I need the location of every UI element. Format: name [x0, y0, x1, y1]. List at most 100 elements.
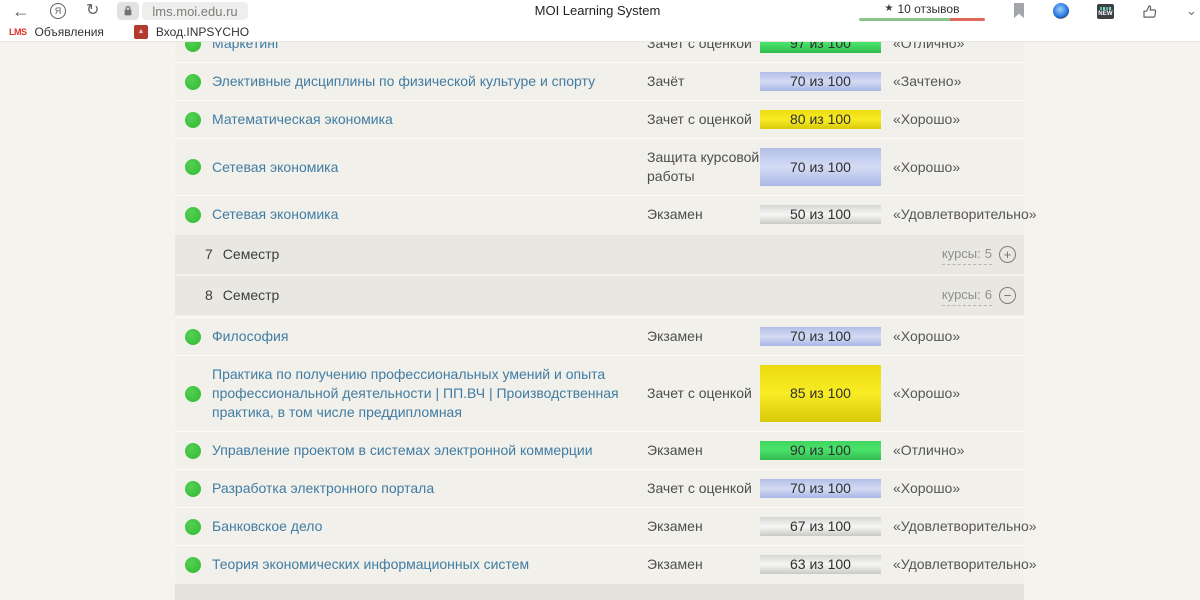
- reviews-rating[interactable]: ★ 10 отзывов: [859, 2, 985, 21]
- status-dot-icon: [185, 112, 201, 128]
- score-cell: 80 из 100: [760, 110, 881, 129]
- status-dot-icon: [185, 74, 201, 90]
- browser-logo-icon[interactable]: [1053, 3, 1069, 19]
- bookmark-label: Вход.INPSYCHO: [156, 25, 249, 39]
- chevron-down-icon[interactable]: ⌄: [1186, 3, 1194, 19]
- grade-label: «Хорошо»: [881, 479, 1024, 498]
- status-dot-icon: [185, 207, 201, 223]
- minus-circle-icon[interactable]: −: [999, 287, 1016, 304]
- course-status: [175, 443, 212, 459]
- new-extension-icon[interactable]: NEW: [1097, 4, 1114, 19]
- grade-label: «Хорошо»: [881, 158, 1024, 177]
- course-link[interactable]: Элективные дисциплины по физической куль…: [212, 73, 595, 89]
- course-link[interactable]: Теория экономических информационных сист…: [212, 556, 529, 572]
- bookmark-item-announcements[interactable]: LMS Объявления: [9, 25, 104, 39]
- score-cell: 70 из 100: [760, 327, 881, 346]
- score-cell: 63 из 100: [760, 555, 881, 574]
- course-link[interactable]: Сетевая экономика: [212, 206, 338, 222]
- lock-icon[interactable]: [117, 2, 139, 20]
- table-row: Математическая экономика Зачет с оценкой…: [175, 100, 1024, 138]
- semester-label: Семестр: [223, 245, 280, 264]
- star-icon: ★: [885, 3, 894, 14]
- score-cell: 70 из 100: [760, 148, 881, 186]
- course-status: [175, 74, 212, 90]
- course-status: [175, 557, 212, 573]
- exam-type-label: Экзамен: [647, 327, 760, 346]
- grade-label: «Хорошо»: [881, 327, 1024, 346]
- course-link[interactable]: Сетевая экономика: [212, 159, 338, 175]
- back-icon[interactable]: ←: [12, 2, 30, 20]
- status-dot-icon: [185, 329, 201, 345]
- rating-bar: [859, 18, 985, 21]
- course-status: [175, 519, 212, 535]
- courses-count: 6: [985, 285, 992, 304]
- course-link[interactable]: Банковское дело: [212, 518, 322, 534]
- course-status: [175, 481, 212, 497]
- score-value: 90 из 100: [790, 441, 851, 460]
- table-row: Разработка электронного портала Зачет с …: [175, 469, 1024, 507]
- thumbs-feedback-icon[interactable]: [1142, 4, 1158, 19]
- grade-label: «Удовлетворительно»: [881, 517, 1037, 536]
- grade-label: «Хорошо»: [881, 110, 1024, 129]
- bookmark-flag-icon[interactable]: [1013, 3, 1025, 19]
- refresh-icon[interactable]: ↻: [86, 3, 99, 19]
- address-bar: ← Я ↻ lms.moi.edu.ru MOI Learning System…: [0, 0, 1200, 22]
- score-cell: 67 из 100: [760, 517, 881, 536]
- plus-circle-icon[interactable]: +: [999, 246, 1016, 263]
- status-dot-icon: [185, 557, 201, 573]
- status-dot-icon: [185, 386, 201, 402]
- score-value: 50 из 100: [790, 205, 851, 224]
- course-link[interactable]: Разработка электронного портала: [212, 480, 434, 496]
- semester-number: 8: [205, 286, 213, 305]
- course-status: [175, 159, 212, 175]
- course-link[interactable]: Управление проектом в системах электронн…: [212, 442, 593, 458]
- address-bar-right-cluster: ★ 10 отзывов NEW: [859, 0, 1194, 22]
- courses-count-link[interactable]: курсы: 5: [942, 244, 992, 265]
- grade-label: «Отлично»: [881, 441, 1024, 460]
- status-dot-icon: [185, 159, 201, 175]
- status-dot-icon: [185, 519, 201, 535]
- score-value: 70 из 100: [790, 479, 851, 498]
- semester-number: 7: [205, 245, 213, 264]
- courses-count-link[interactable]: курсы: 6: [942, 285, 992, 306]
- url-field[interactable]: lms.moi.edu.ru: [117, 2, 247, 20]
- url-text[interactable]: lms.moi.edu.ru: [142, 2, 247, 20]
- exam-type-label: Зачет с оценкой: [647, 479, 760, 498]
- bookmark-item-inpsycho[interactable]: ▲ Вход.INPSYCHO: [134, 25, 249, 39]
- semester-label: Семестр: [223, 286, 280, 305]
- grade-label: «Удовлетворительно»: [881, 555, 1037, 574]
- score-cell: 90 из 100: [760, 441, 881, 460]
- status-dot-icon: [185, 481, 201, 497]
- grade-label: «Удовлетворительно»: [881, 205, 1037, 224]
- exam-type-label: Зачёт: [647, 72, 760, 91]
- course-status: [175, 386, 212, 402]
- courses-label: курсы:: [942, 285, 981, 304]
- page-title: MOI Learning System: [535, 3, 661, 18]
- rating-bar-negative: [950, 18, 985, 21]
- table-row: Философия Экзамен 70 из 100 «Хорошо»: [175, 317, 1024, 355]
- semester-header-row: 7 Семестр курсы: 5 +: [175, 235, 1024, 274]
- course-link[interactable]: Философия: [212, 328, 288, 344]
- exam-type-label: Защита курсовой работы: [647, 148, 760, 186]
- score-cell: 70 из 100: [760, 72, 881, 91]
- score-value: 70 из 100: [790, 327, 851, 346]
- exam-type-label: Экзамен: [647, 555, 760, 574]
- exam-type-label: Экзамен: [647, 517, 760, 536]
- exam-type-label: Экзамен: [647, 205, 760, 224]
- inpsycho-icon: ▲: [134, 25, 148, 39]
- yandex-profile-icon[interactable]: Я: [50, 3, 66, 19]
- grade-label: «Зачтено»: [881, 72, 1024, 91]
- bookmarks-bar: LMS Объявления ▲ Вход.INPSYCHO: [0, 22, 1200, 41]
- table-row: Элективные дисциплины по физической куль…: [175, 62, 1024, 100]
- exam-type-label: Зачет с оценкой: [647, 110, 760, 129]
- score-value: 85 из 100: [790, 384, 851, 403]
- score-value: 80 из 100: [790, 110, 851, 129]
- course-link[interactable]: Практика по получению профессиональных у…: [212, 366, 619, 420]
- table-row: Практика по получению профессиональных у…: [175, 355, 1024, 431]
- table-row: Сетевая экономика Экзамен 50 из 100 «Удо…: [175, 195, 1024, 233]
- table-row: Банковское дело Экзамен 67 из 100 «Удовл…: [175, 507, 1024, 545]
- table-row: Управление проектом в системах электронн…: [175, 431, 1024, 469]
- score-value: 67 из 100: [790, 517, 851, 536]
- score-value: 70 из 100: [790, 72, 851, 91]
- course-link[interactable]: Математическая экономика: [212, 111, 393, 127]
